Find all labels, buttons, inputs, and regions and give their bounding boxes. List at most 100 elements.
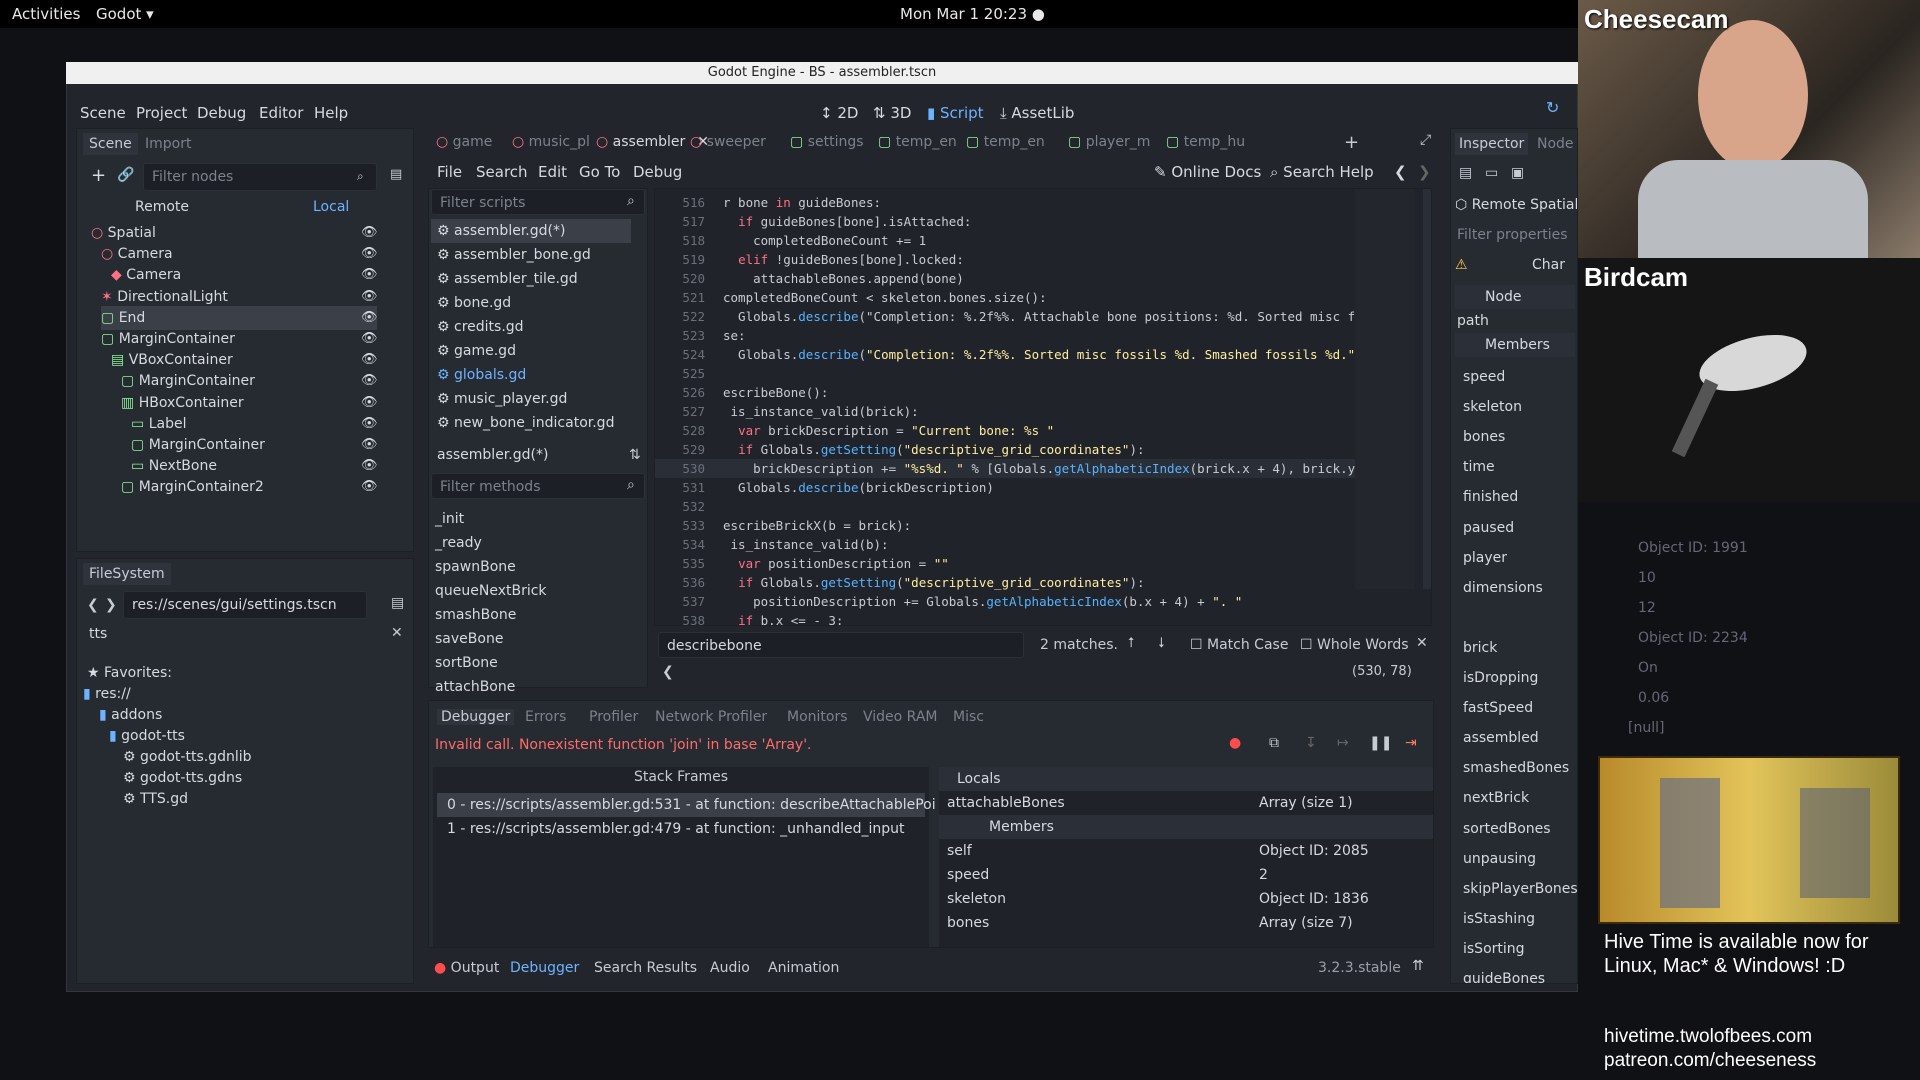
inspector-property[interactable]: brick [1463, 636, 1497, 660]
script-tab[interactable]: ○ music_pl [512, 134, 590, 150]
continue-icon[interactable]: ⇥ [1405, 735, 1417, 751]
script-tab[interactable]: ○ game [436, 134, 492, 150]
open-folder-icon[interactable]: ▭ [1485, 165, 1498, 181]
inspector-property[interactable]: guideBones [1463, 967, 1545, 983]
debugger-tab[interactable]: Misc [953, 709, 984, 725]
inspector-property[interactable]: isStashing [1463, 907, 1535, 931]
inspector-property[interactable]: fastSpeed [1463, 696, 1533, 720]
visibility-eye-icon[interactable]: 👁 [361, 395, 378, 411]
scene-tree-node[interactable]: ▢ MarginContainer2 👁 [121, 475, 378, 499]
code-line[interactable]: 521 completedBoneCount < skeleton.bones.s… [655, 288, 1046, 307]
visibility-eye-icon[interactable]: 👁 [361, 331, 378, 347]
prop-path[interactable]: path [1457, 309, 1489, 333]
code-line[interactable]: 523 se: [655, 326, 745, 345]
debugger-tab[interactable]: Errors [525, 709, 566, 725]
method-list-item[interactable]: _init [435, 507, 464, 531]
code-line[interactable]: 525 [655, 364, 723, 383]
script-tab[interactable]: ▢ settings [790, 134, 864, 150]
code-line[interactable]: 529 if Globals.getSetting("descriptive_g… [655, 440, 1144, 459]
filesystem-search-input[interactable]: tts [81, 621, 411, 649]
menu-debug[interactable]: Debug [197, 104, 246, 122]
find-input[interactable]: describebone [658, 632, 1024, 658]
menu-help[interactable]: Help [314, 104, 348, 122]
visibility-eye-icon[interactable]: 👁 [361, 479, 378, 495]
code-line[interactable]: 517 if guideBones[bone].isAttached: [655, 212, 971, 231]
inspector-property[interactable]: smashedBones [1463, 756, 1569, 780]
workspace-assetlib-button[interactable]: ⤓ AssetLib [1000, 104, 1074, 122]
script-tab[interactable]: ▢ temp_en [878, 134, 957, 150]
code-line[interactable]: 537 positionDescription += Globals.getAl… [655, 592, 1242, 611]
inspector-property[interactable]: paused [1463, 516, 1514, 540]
list-view-icon[interactable]: ▤ [391, 595, 404, 611]
script-tab[interactable]: ▢ temp_hu [1166, 134, 1245, 150]
file-tree-item[interactable]: ⚙ TTS.gd [123, 787, 188, 811]
visibility-eye-icon[interactable]: 👁 [361, 416, 378, 432]
code-line[interactable]: 526 escribeBone(): [655, 383, 828, 402]
filter-scripts-input[interactable]: Filter scripts [431, 189, 645, 215]
bottom-tab[interactable]: ● Output [434, 960, 499, 976]
inspector-property[interactable]: time [1463, 455, 1495, 479]
debugger-tab[interactable]: Network Profiler [655, 709, 767, 725]
visibility-eye-icon[interactable]: 👁 [361, 246, 378, 262]
script-list-item[interactable]: ⚙ game.gd [431, 339, 631, 363]
bottom-tab[interactable]: Debugger [510, 960, 579, 976]
inspector-members-section[interactable]: Members [1455, 333, 1575, 357]
link-icon[interactable]: 🔗 [117, 167, 134, 183]
forward-icon[interactable]: ❯ [105, 597, 117, 613]
save-icon[interactable]: ▣ [1511, 165, 1524, 181]
find-next-icon[interactable]: ⭣ [1158, 635, 1165, 651]
variable-value[interactable]: Object ID: 2085 [1259, 839, 1369, 863]
script-tab[interactable]: ▢ player_m [1068, 134, 1150, 150]
menu-editor[interactable]: Editor [259, 104, 303, 122]
pause-icon[interactable]: ❚❚ [1369, 735, 1392, 751]
visibility-eye-icon[interactable]: 👁 [361, 267, 378, 283]
inspector-property[interactable]: dimensions [1463, 576, 1543, 600]
step-into-icon[interactable]: ↧ [1305, 735, 1317, 751]
visibility-eye-icon[interactable]: 👁 [361, 373, 378, 389]
visibility-eye-icon[interactable]: 👁 [361, 352, 378, 368]
local-button[interactable]: Local [313, 195, 349, 219]
members-section[interactable]: Members [939, 815, 1433, 839]
debugger-tab[interactable]: Video RAM [863, 709, 938, 725]
variable-value[interactable]: Array (size 7) [1259, 911, 1353, 935]
sort-icon[interactable]: ⇅ [629, 447, 641, 463]
method-list-item[interactable]: queueNextBrick [435, 579, 547, 603]
script-list-item[interactable]: ⚙ music_player.gd [431, 387, 631, 411]
inspector-property[interactable]: finished [1463, 485, 1518, 509]
script-menu-file[interactable]: File [437, 163, 462, 181]
clear-icon[interactable]: ✕ [391, 625, 403, 641]
stack-frame-row[interactable]: 1 - res://scripts/assembler.gd:479 - at … [437, 817, 925, 841]
filesystem-path-input[interactable]: res://scenes/gui/settings.tscn [123, 591, 367, 619]
filter-properties-input[interactable]: Filter properties [1457, 223, 1568, 247]
script-list-item[interactable]: ⚙ assembler.gd(*) [431, 219, 631, 243]
code-line[interactable]: 530 brickDescription += "%s%d. " % [Glob… [655, 459, 1363, 478]
variable-value[interactable]: 2 [1259, 863, 1268, 887]
stack-frame-row[interactable]: 0 - res://scripts/assembler.gd:531 - at … [437, 793, 936, 817]
variable-value[interactable]: Object ID: 1836 [1259, 887, 1369, 911]
visibility-eye-icon[interactable]: 👁 [361, 310, 378, 326]
script-tab[interactable]: ▢ temp_en [966, 134, 1045, 150]
visibility-eye-icon[interactable]: 👁 [361, 437, 378, 453]
script-menu-goto[interactable]: Go To [579, 163, 620, 181]
add-node-icon[interactable]: + [91, 165, 106, 186]
search-help-button[interactable]: ⌕ Search Help [1270, 163, 1374, 181]
code-line[interactable]: 519 elif !guideBones[bone].locked: [655, 250, 963, 269]
code-line[interactable]: 534 is_instance_valid(b): [655, 535, 888, 554]
inspector-property[interactable]: isSorting [1463, 937, 1525, 961]
code-line[interactable]: 536 if Globals.getSetting("descriptive_g… [655, 573, 1144, 592]
bottom-tab[interactable]: Search Results [594, 960, 697, 976]
debugger-tab[interactable]: Debugger [437, 709, 515, 725]
remote-button[interactable]: Remote [135, 195, 189, 219]
visibility-eye-icon[interactable]: 👁 [361, 289, 378, 305]
tab-inspector[interactable]: Inspector [1455, 133, 1529, 155]
app-menu[interactable]: Godot ▾ [96, 5, 154, 23]
code-line[interactable]: 516 r bone in guideBones: [655, 193, 881, 212]
code-line[interactable]: 538 if b.x <= - 3: [655, 611, 843, 625]
method-list-item[interactable]: spawnBone [435, 555, 516, 579]
script-menu-debug[interactable]: Debug [633, 163, 682, 181]
minimap[interactable] [1355, 189, 1415, 589]
bottom-tab[interactable]: Animation [768, 960, 839, 976]
find-prev-icon[interactable]: ⭡ [1128, 635, 1135, 651]
prev-script-icon[interactable]: ❮ [1394, 163, 1407, 181]
code-line[interactable]: 532 [655, 497, 723, 516]
